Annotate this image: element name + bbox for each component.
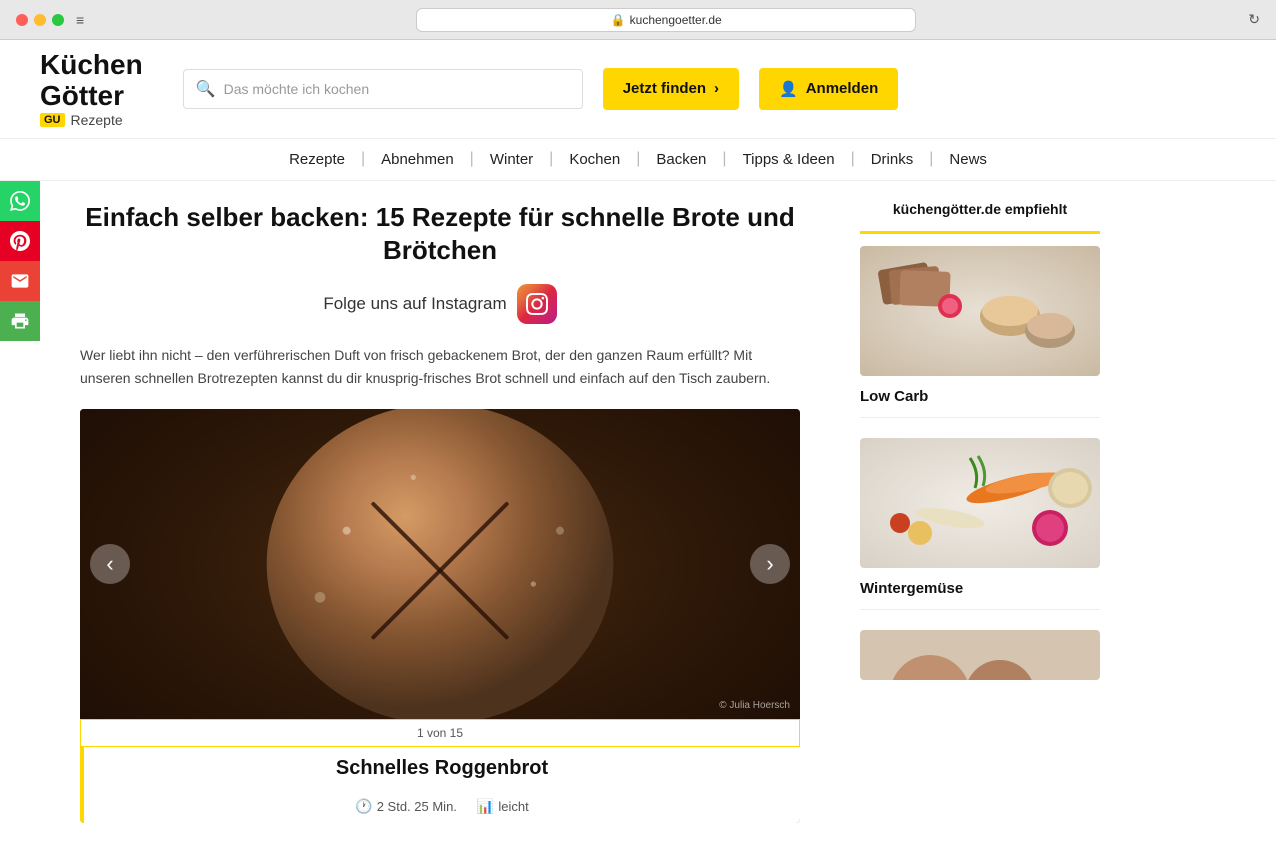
card-divider-1 — [860, 417, 1100, 418]
article-intro: Wer liebt ihn nicht – den verführerische… — [80, 344, 800, 389]
social-sidebar — [0, 181, 40, 843]
minimize-dot[interactable] — [34, 14, 46, 26]
instagram-follow-block[interactable]: Folge uns auf Instagram — [80, 284, 800, 324]
instagram-follow-text: Folge uns auf Instagram — [323, 294, 506, 314]
clock-icon: 🕐 — [355, 798, 372, 815]
sidebar-card-title-winter: Wintergemüse — [860, 576, 1100, 601]
site-header: KüchenGötter GU Rezepte 🔍 Das möchte ich… — [0, 40, 1276, 139]
difficulty-icon: 📊 — [477, 798, 494, 815]
photo-credit: © Julia Hoersch — [719, 700, 790, 711]
slide-prev-button[interactable]: ‹ — [90, 544, 130, 584]
main-nav: Rezepte | Abnehmen | Winter | Kochen | B… — [0, 139, 1276, 181]
nav-backen[interactable]: Backen — [640, 147, 722, 172]
user-icon: 👤 — [779, 80, 798, 98]
slide-image: © Julia Hoersch ‹ › — [80, 409, 800, 719]
sidebar-card-title-lowcarb: Low Carb — [860, 384, 1100, 409]
browser-traffic-lights — [16, 14, 64, 26]
logo[interactable]: KüchenGötter GU Rezepte — [40, 50, 143, 128]
url-text: kuchengoetter.de — [630, 13, 722, 27]
nav-news[interactable]: News — [933, 147, 1003, 172]
difficulty-meta: 📊 leicht — [477, 798, 529, 815]
tagline: Rezepte — [71, 112, 123, 128]
close-dot[interactable] — [16, 14, 28, 26]
find-arrow-icon: › — [714, 80, 719, 97]
article-area: Einfach selber backen: 15 Rezepte für sc… — [40, 181, 840, 843]
sidebar-card-image-third — [860, 630, 1100, 680]
time-value: 2 Std. 25 Min. — [377, 799, 457, 814]
search-bar[interactable]: 🔍 Das möchte ich kochen — [183, 69, 583, 109]
slide-recipe-title: Schnelles Roggenbrot — [80, 747, 800, 790]
logo-subtitle: GU Rezepte — [40, 112, 143, 128]
nav-tipps[interactable]: Tipps & Ideen — [727, 147, 851, 172]
nav-kochen[interactable]: Kochen — [553, 147, 636, 172]
nav-abnehmen[interactable]: Abnehmen — [365, 147, 470, 172]
address-bar[interactable]: 🔒 kuchengoetter.de — [416, 8, 916, 32]
sidebar-card-lowcarb[interactable]: Low Carb — [860, 246, 1100, 418]
browser-menu-icon[interactable]: ≡ — [76, 12, 84, 28]
search-icon: 🔍 — [196, 79, 216, 99]
reload-icon[interactable]: ↻ — [1248, 11, 1260, 28]
slide-next-button[interactable]: › — [750, 544, 790, 584]
logo-title: KüchenGötter — [40, 50, 143, 112]
instagram-icon — [517, 284, 557, 324]
lock-icon: 🔒 — [611, 13, 626, 27]
email-share-button[interactable] — [0, 261, 40, 301]
nav-drinks[interactable]: Drinks — [855, 147, 930, 172]
time-meta: 🕐 2 Std. 25 Min. — [355, 798, 457, 815]
sidebar-card-image-winter — [860, 438, 1100, 568]
slide-meta: 🕐 2 Std. 25 Min. 📊 leicht — [80, 790, 800, 823]
slideshow: © Julia Hoersch ‹ › 1 von 15 Schnelles R… — [80, 409, 800, 823]
whatsapp-share-button[interactable] — [0, 181, 40, 221]
nav-rezepte[interactable]: Rezepte — [273, 147, 361, 172]
browser-chrome: ≡ 🔒 kuchengoetter.de ↻ — [0, 0, 1276, 40]
right-sidebar: küchengötter.de empfiehlt — [840, 181, 1120, 843]
card-divider-2 — [860, 609, 1100, 610]
sidebar-card-image-lowcarb — [860, 246, 1100, 376]
find-button[interactable]: Jetzt finden › — [603, 68, 739, 110]
gu-badge: GU — [40, 113, 65, 127]
sidebar-heading: küchengötter.de empfiehlt — [860, 201, 1100, 223]
login-button[interactable]: 👤 Anmelden — [759, 68, 898, 110]
article-title: Einfach selber backen: 15 Rezepte für sc… — [80, 201, 800, 269]
difficulty-value: leicht — [498, 799, 528, 814]
main-content: Einfach selber backen: 15 Rezepte für sc… — [0, 181, 1276, 843]
sidebar-card-winter[interactable]: Wintergemüse — [860, 438, 1100, 610]
sidebar-heading-bar — [860, 231, 1100, 234]
nav-winter[interactable]: Winter — [474, 147, 549, 172]
print-button[interactable] — [0, 301, 40, 341]
search-placeholder: Das möchte ich kochen — [224, 81, 370, 97]
pinterest-share-button[interactable] — [0, 221, 40, 261]
sidebar-card-third[interactable] — [860, 630, 1100, 680]
slide-counter: 1 von 15 — [80, 719, 800, 747]
fullscreen-dot[interactable] — [52, 14, 64, 26]
